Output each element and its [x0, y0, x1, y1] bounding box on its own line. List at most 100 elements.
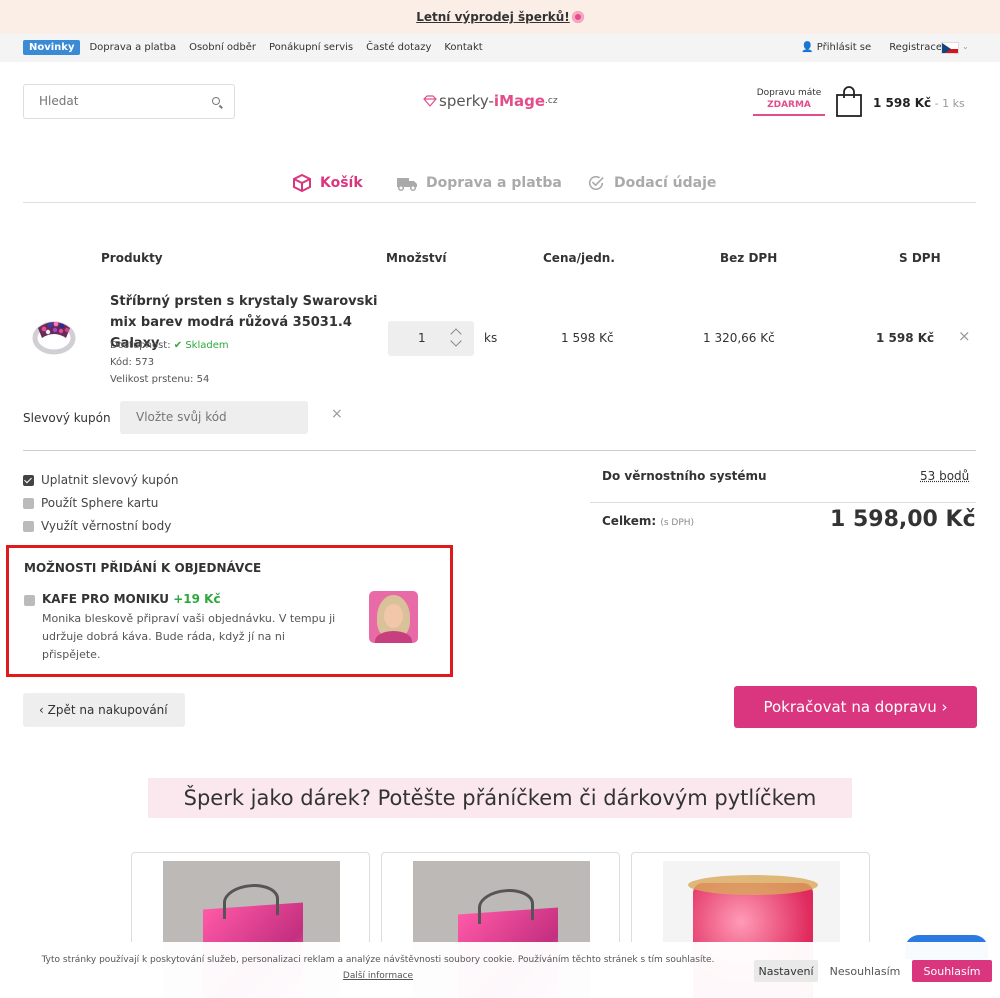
diamond-icon — [423, 95, 437, 107]
back-to-shop-button[interactable]: ‹ Zpět na nakupování — [23, 693, 185, 727]
checkout-steps: Košík Doprava a platba Dodací údaje — [0, 174, 1000, 196]
continue-to-shipping-button[interactable]: Pokračovat na dopravu › — [734, 686, 977, 728]
total-value: 1 598,00 Kč — [830, 507, 976, 532]
delivery-line-2: ZDARMA — [753, 100, 825, 110]
addon-heading: MOŽNOSTI PŘIDÁNÍ K OBJEDNÁVCE — [24, 561, 261, 575]
option-loyalty-points[interactable]: Využít věrnostní body — [23, 519, 171, 533]
cookie-more-link[interactable]: Další informace — [18, 968, 738, 984]
addon-title[interactable]: KAFE PRO MONIKU +19 Kč — [42, 592, 221, 606]
login-link[interactable]: 👤 Přihlásit se — [801, 42, 871, 53]
total-label: Celkem: (s DPH) — [602, 514, 694, 528]
cart-price: 1 598 Kč — [873, 96, 931, 110]
delivery-line-1: Dopravu máte — [753, 88, 825, 98]
czech-flag-icon[interactable] — [941, 42, 959, 54]
search-box — [23, 84, 235, 119]
availability-value: ✔ Skladem — [174, 340, 229, 351]
shopping-bag-icon[interactable] — [835, 86, 863, 118]
addon-options-box: MOŽNOSTI PŘIDÁNÍ K OBJEDNÁVCE KAFE PRO M… — [6, 545, 453, 677]
checkbox[interactable] — [23, 521, 34, 532]
loyalty-points[interactable]: 53 bodů — [920, 469, 969, 483]
cookie-settings-button[interactable]: Nastavení — [754, 960, 818, 982]
logo-text-2: iMage — [494, 92, 545, 110]
user-icon: 👤 — [801, 42, 813, 53]
coupon-clear-button[interactable]: × — [331, 406, 343, 422]
cart-summary[interactable]: 1 598 Kč - 1 ks — [873, 96, 965, 110]
cart-qty: - 1 ks — [931, 97, 965, 110]
option-label: Použít Sphere kartu — [41, 496, 158, 510]
remove-item-button[interactable]: × — [958, 327, 971, 345]
promo-link[interactable]: Letní výprodej šperků! — [416, 10, 570, 24]
delivery-progress-bar — [753, 114, 825, 116]
cookie-text-block: Tyto stránky používají k poskytování slu… — [18, 952, 738, 984]
header-products: Produkty — [101, 251, 163, 265]
step-cart[interactable]: Košík — [292, 174, 363, 192]
nav-item-kontakt[interactable]: Kontakt — [444, 42, 482, 53]
product-meta: Dostupnost: ✔ Skladem Kód: 573 Velikost … — [110, 337, 229, 388]
top-nav: Novinky Doprava a platba Osobní odběr Po… — [0, 34, 1000, 62]
step-details-label: Dodací údaje — [614, 175, 716, 191]
login-label: Přihlásit se — [817, 42, 871, 53]
cookie-banner: Tyto stránky používají k poskytování slu… — [0, 942, 1000, 998]
addon-checkbox[interactable] — [24, 595, 35, 606]
summary-divider — [590, 502, 976, 503]
quantity-stepper[interactable]: 1 — [388, 321, 474, 356]
chevron-down-icon[interactable] — [450, 335, 461, 346]
nav-item-dotazy[interactable]: Časté dotazy — [366, 42, 431, 53]
addon-title-text: KAFE PRO MONIKU — [42, 592, 169, 606]
chevron-down-icon: ⌄ — [962, 42, 969, 51]
header-qty: Množství — [386, 251, 447, 265]
option-apply-coupon[interactable]: Uplatnit slevový kupón — [23, 473, 178, 487]
check-circle-icon — [586, 174, 606, 192]
ring-size: Velikost prstenu: 54 — [110, 371, 229, 388]
header-unit-price: Cena/jedn. — [543, 251, 615, 265]
step-shipping[interactable]: Doprava a platba — [396, 174, 562, 192]
box-icon — [292, 174, 312, 192]
product-image[interactable] — [30, 314, 76, 358]
nav-item-odber[interactable]: Osobní odběr — [189, 42, 256, 53]
cookie-text: Tyto stránky používají k poskytování slu… — [18, 952, 738, 968]
option-sphere-card[interactable]: Použít Sphere kartu — [23, 496, 158, 510]
step-cart-label: Košík — [320, 175, 363, 191]
price-no-vat: 1 320,66 Kč — [703, 331, 775, 345]
product-code: Kód: 573 — [110, 354, 229, 371]
truck-icon — [396, 174, 418, 192]
nav-item-doprava[interactable]: Doprava a platba — [89, 42, 176, 53]
step-shipping-label: Doprava a platba — [426, 175, 562, 191]
step-details[interactable]: Dodací údaje — [586, 174, 716, 192]
search-input[interactable] — [39, 94, 199, 108]
coupon-field — [120, 401, 308, 434]
cookie-accept-button[interactable]: Souhlasím — [912, 960, 992, 982]
total-note: (s DPH) — [660, 518, 694, 528]
flower-icon — [572, 11, 584, 23]
nav-item-novinky[interactable]: Novinky — [23, 40, 80, 55]
unit-price: 1 598 Kč — [561, 331, 614, 345]
availability-label: Dostupnost: — [110, 340, 171, 351]
promo-banner: Letní výprodej šperků! — [0, 0, 1000, 34]
register-link[interactable]: Registrace — [889, 42, 942, 53]
logo-text-3: .cz — [545, 96, 558, 106]
nav-item-servis[interactable]: Ponákupní servis — [269, 42, 353, 53]
logo[interactable]: sperky- iMage .cz — [423, 92, 558, 110]
checkbox-checked[interactable] — [23, 475, 34, 486]
coupon-input[interactable] — [136, 410, 296, 424]
quantity-value[interactable]: 1 — [418, 331, 426, 345]
gift-section-title: Šperk jako dárek? Potěšte přáníčkem či d… — [148, 778, 852, 818]
addon-price: +19 Kč — [173, 592, 220, 606]
quantity-unit: ks — [484, 331, 497, 345]
addon-description: Monika bleskově připraví vaši objednávku… — [42, 610, 342, 664]
option-label: Uplatnit slevový kupón — [41, 473, 178, 487]
cookie-decline-button[interactable]: Nesouhlasím — [826, 960, 904, 982]
total-label-text: Celkem: — [602, 514, 656, 528]
free-delivery-info: Dopravu máte ZDARMA — [753, 88, 825, 116]
header-price-no-vat: Bez DPH — [720, 251, 777, 265]
header-price-vat: S DPH — [899, 251, 941, 265]
section-divider — [23, 450, 976, 451]
addon-photo — [369, 591, 418, 643]
loyalty-label: Do věrnostního systému — [602, 469, 767, 483]
logo-text-1: sperky- — [439, 92, 494, 110]
price-vat: 1 598 Kč — [876, 331, 934, 345]
search-icon[interactable] — [212, 97, 220, 105]
checkbox[interactable] — [23, 498, 34, 509]
option-label: Využít věrnostní body — [41, 519, 171, 533]
coupon-label: Slevový kupón — [23, 411, 111, 425]
